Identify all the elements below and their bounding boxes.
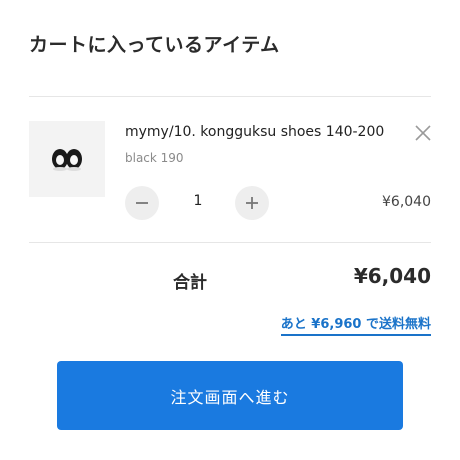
decrement-button[interactable] — [125, 186, 159, 220]
product-thumbnail[interactable] — [29, 121, 105, 197]
total-value: ¥6,040 — [353, 264, 431, 288]
divider — [29, 96, 431, 97]
minus-icon — [136, 202, 148, 204]
page-title: カートに入っているアイテム — [29, 34, 280, 56]
item-name[interactable]: mymy/10. kongguksu shoes 140-200 — [125, 124, 384, 140]
plus-icon — [246, 197, 258, 209]
free-shipping-link[interactable]: あと ¥6,960 で送料無料 — [280, 313, 431, 336]
total-label: 合計 — [173, 273, 207, 293]
quantity-value: 1 — [193, 193, 203, 209]
checkout-button[interactable]: 注文画面へ進む — [57, 361, 403, 430]
divider — [29, 242, 431, 243]
shoes-image — [29, 121, 105, 197]
item-variant: black 190 — [125, 151, 184, 165]
cart-page: カートに入っているアイテム mymy/10. kongguksu shoes 1… — [0, 0, 460, 460]
item-price: ¥6,040 — [382, 194, 431, 210]
increment-button[interactable] — [235, 186, 269, 220]
close-icon — [415, 125, 431, 141]
remove-item-button[interactable] — [413, 123, 433, 143]
